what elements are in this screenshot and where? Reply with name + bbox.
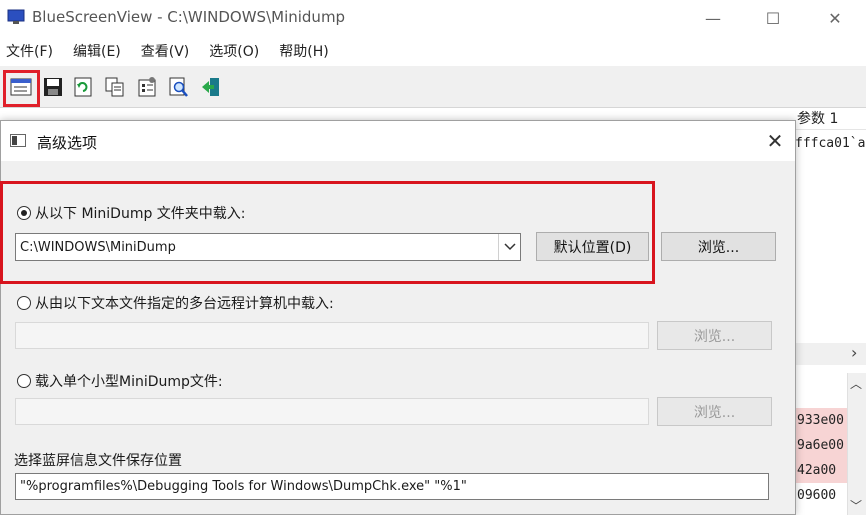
- minimize-button[interactable]: —: [690, 0, 736, 36]
- radio-load-single-file[interactable]: 载入单个小型MiniDump文件:: [17, 371, 223, 391]
- app-icon: [7, 9, 25, 24]
- maximize-button[interactable]: ☐: [750, 0, 796, 36]
- title-bar: BlueScreenView - C:\WINDOWS\Minidump — ☐…: [0, 0, 866, 36]
- menu-view[interactable]: 查看(V): [141, 41, 190, 61]
- dialog-window-icon: [10, 134, 26, 147]
- radio-button-icon[interactable]: [17, 296, 31, 310]
- exit-icon[interactable]: [200, 76, 222, 98]
- radio-load-from-remote[interactable]: 从由以下文本文件指定的多台远程计算机中载入:: [17, 293, 334, 313]
- scroll-down-icon[interactable]: ﹀: [850, 497, 862, 514]
- command-value: "%programfiles%\Debugging Tools for Wind…: [20, 479, 467, 494]
- refresh-icon[interactable]: [72, 76, 94, 98]
- browse-single-file-button[interactable]: 浏览...: [657, 397, 772, 426]
- radio-label: 载入单个小型MiniDump文件:: [35, 374, 223, 390]
- menu-options[interactable]: 选项(O): [209, 41, 259, 61]
- save-icon[interactable]: [42, 76, 64, 98]
- list-cell: fffca01`a: [795, 136, 866, 151]
- scroll-right-icon[interactable]: ›: [851, 343, 857, 362]
- advanced-options-dialog: 高级选项 ✕ 从以下 MiniDump 文件夹中载入: C:\WINDOWS\M…: [0, 120, 796, 515]
- toolbar: [0, 66, 866, 108]
- highlight-box: [0, 181, 655, 284]
- save-location-label: 选择蓝屏信息文件保存位置: [14, 453, 182, 469]
- menu-edit[interactable]: 编辑(E): [73, 41, 121, 61]
- close-window-button[interactable]: ✕: [812, 0, 858, 36]
- copy-icon[interactable]: [104, 76, 126, 98]
- horizontal-scrollbar[interactable]: ›: [795, 343, 866, 365]
- properties-icon[interactable]: [136, 76, 158, 98]
- remote-computers-file-field[interactable]: [15, 322, 649, 349]
- browse-folder-button[interactable]: 浏览...: [661, 232, 776, 261]
- bluescreenview-window: BlueScreenView - C:\WINDOWS\Minidump — ☐…: [0, 0, 866, 515]
- toolbar-highlight-box: [3, 70, 40, 107]
- scroll-up-icon[interactable]: ︿: [850, 375, 862, 392]
- menu-file[interactable]: 文件(F): [6, 41, 53, 61]
- window-title: BlueScreenView - C:\WINDOWS\Minidump: [32, 8, 346, 26]
- dialog-title-bar: 高级选项 ✕: [1, 121, 795, 161]
- column-header-param1[interactable]: 参数 1: [797, 108, 838, 128]
- dumpchk-command-field[interactable]: "%programfiles%\Debugging Tools for Wind…: [15, 473, 769, 500]
- find-icon[interactable]: [168, 76, 190, 98]
- browse-remote-button[interactable]: 浏览...: [657, 321, 772, 350]
- dialog-title: 高级选项: [37, 134, 98, 152]
- vertical-scrollbar[interactable]: ︿ ﹀: [847, 373, 866, 515]
- menu-bar: 文件(F) 编辑(E) 查看(V) 选项(O) 帮助(H): [0, 36, 866, 66]
- radio-button-icon[interactable]: [17, 374, 31, 388]
- menu-help[interactable]: 帮助(H): [279, 41, 328, 61]
- dialog-close-button[interactable]: ✕: [761, 127, 789, 155]
- radio-label: 从由以下文本文件指定的多台远程计算机中载入:: [35, 296, 334, 312]
- single-minidump-file-field[interactable]: [15, 398, 649, 425]
